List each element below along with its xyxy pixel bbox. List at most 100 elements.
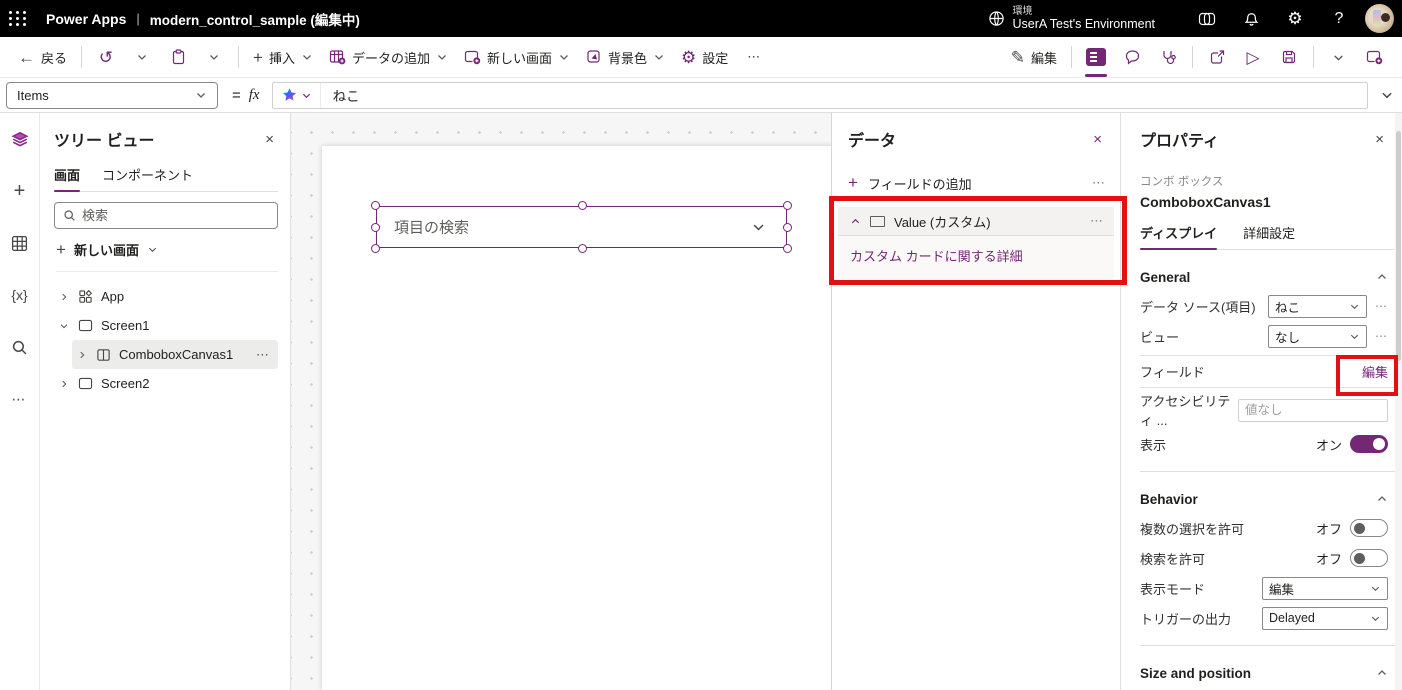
- insert-button[interactable]: + 挿入: [245, 41, 321, 73]
- data-rail-icon[interactable]: [6, 229, 34, 257]
- section-size-position[interactable]: Size and position: [1140, 659, 1388, 687]
- tree-item-app[interactable]: App: [54, 282, 278, 311]
- tree-search-box[interactable]: [54, 202, 278, 229]
- data-source-more-icon[interactable]: ⋯: [1375, 299, 1388, 313]
- save-menu-chevron[interactable]: [1320, 41, 1356, 73]
- formula-expand-chevron[interactable]: [1380, 88, 1394, 102]
- tree-item-more-icon[interactable]: ⋯: [256, 347, 270, 363]
- custom-card-details-link[interactable]: カスタム カードに関する詳細: [850, 249, 1023, 264]
- formula-copilot-button[interactable]: [273, 82, 321, 108]
- formula-bar: Items = fx ねこ: [0, 78, 1402, 113]
- waffle-menu-icon[interactable]: [0, 0, 36, 37]
- visible-toggle[interactable]: [1350, 435, 1388, 453]
- environment-label: 環境: [1012, 5, 1033, 17]
- background-color-button[interactable]: 背景色: [578, 41, 673, 73]
- property-selector[interactable]: Items: [6, 81, 218, 109]
- publish-button[interactable]: [1356, 41, 1392, 73]
- preview-play-button[interactable]: ▷: [1235, 41, 1271, 73]
- environment-picker[interactable]: 環境 UserA Test's Environment: [988, 5, 1156, 32]
- resize-handle[interactable]: [577, 201, 587, 210]
- multi-select-toggle[interactable]: [1350, 519, 1388, 537]
- resize-handle[interactable]: [783, 223, 792, 232]
- row-visible: 表示 オン: [1140, 429, 1388, 459]
- edit-button[interactable]: ✎ 編集: [1003, 41, 1065, 73]
- row-allow-search: 検索を許可 オフ: [1140, 543, 1388, 573]
- control-type-label: コンボ ボックス: [1140, 176, 1224, 188]
- tab-components[interactable]: コンポーネント: [102, 165, 193, 191]
- resize-handle[interactable]: [783, 201, 792, 210]
- settings-gear-icon[interactable]: ⚙: [1273, 0, 1317, 37]
- field-row-value[interactable]: Value (カスタム) ⋯: [838, 207, 1114, 236]
- allow-search-toggle[interactable]: [1350, 549, 1388, 567]
- help-icon[interactable]: ?: [1317, 0, 1361, 37]
- left-navigation-rail: + {x} ⋯: [0, 113, 40, 690]
- data-close-icon[interactable]: ×: [1089, 129, 1106, 150]
- paste-button[interactable]: [160, 41, 196, 73]
- file-name[interactable]: modern_control_sample (編集中): [150, 9, 360, 29]
- toggle-state-label: オン: [1315, 437, 1342, 453]
- save-button[interactable]: [1271, 41, 1307, 73]
- screen-add-icon: [464, 49, 481, 65]
- resize-handle[interactable]: [577, 244, 587, 253]
- data-overflow-icon[interactable]: ⋯: [1092, 175, 1106, 191]
- formula-input[interactable]: ねこ: [271, 81, 1368, 109]
- chevron-up-icon: [850, 216, 861, 227]
- user-avatar[interactable]: [1365, 4, 1394, 33]
- row-display-mode: 表示モード 編集: [1140, 573, 1388, 603]
- resize-handle[interactable]: [371, 223, 380, 232]
- section-general[interactable]: General: [1140, 263, 1388, 291]
- section-behavior[interactable]: Behavior: [1140, 485, 1388, 513]
- tree-item-comboboxcanvas1[interactable]: ComboboxCanvas1 ⋯: [72, 340, 278, 369]
- tab-advanced[interactable]: 詳細設定: [1243, 223, 1295, 249]
- app-title: Power Apps: [46, 10, 127, 27]
- resize-handle[interactable]: [371, 244, 380, 253]
- new-screen-button[interactable]: 新しい画面: [456, 41, 578, 73]
- resize-handle[interactable]: [371, 201, 380, 210]
- insert-rail-icon[interactable]: +: [6, 177, 34, 205]
- undo-button[interactable]: ↺: [88, 41, 124, 73]
- add-data-button[interactable]: データの追加: [321, 41, 456, 73]
- undo-icon: ↺: [98, 47, 114, 67]
- save-icon: [1281, 49, 1297, 65]
- properties-pane-toggle[interactable]: [1078, 41, 1114, 77]
- field-row-more-icon[interactable]: ⋯: [1090, 213, 1104, 229]
- resize-handle[interactable]: [783, 244, 792, 253]
- tree-item-screen2[interactable]: Screen2: [54, 369, 278, 398]
- copilot-icon[interactable]: [1185, 0, 1229, 37]
- variables-rail-icon[interactable]: {x}: [6, 281, 34, 309]
- tree-close-icon[interactable]: ×: [261, 129, 278, 150]
- display-mode-dropdown[interactable]: 編集: [1262, 576, 1388, 600]
- app-checker-button[interactable]: [1150, 41, 1186, 73]
- tree-view-icon[interactable]: [6, 125, 34, 153]
- tree-search-input[interactable]: [82, 208, 269, 223]
- rail-overflow-icon[interactable]: ⋯: [6, 385, 34, 413]
- command-overflow-button[interactable]: ⋯: [736, 41, 772, 73]
- add-field-button[interactable]: + フィールドの追加 ⋯: [848, 173, 1106, 193]
- accessibility-input[interactable]: [1238, 398, 1388, 422]
- new-screen-tree-button[interactable]: + 新しい画面: [56, 240, 278, 272]
- environment-name: UserA Test's Environment: [1012, 17, 1156, 32]
- formula-text[interactable]: ねこ: [321, 85, 360, 105]
- tab-display[interactable]: ディスプレイ: [1140, 223, 1218, 250]
- paste-menu-chevron[interactable]: [196, 41, 232, 73]
- comment-icon: [1124, 49, 1141, 65]
- panel-icon: [1086, 48, 1106, 66]
- data-panel: データ × + フィールドの追加 ⋯ Value (カスタム) ⋯ カスタム カ…: [831, 113, 1120, 690]
- view-dropdown[interactable]: なし: [1268, 324, 1367, 348]
- tree-item-screen1[interactable]: Screen1: [54, 311, 278, 340]
- properties-close-icon[interactable]: ×: [1371, 129, 1388, 150]
- back-button[interactable]: ← 戻る: [10, 41, 75, 73]
- share-button[interactable]: [1199, 41, 1235, 73]
- trigger-output-dropdown[interactable]: Delayed: [1262, 606, 1388, 630]
- undo-menu-chevron[interactable]: [124, 41, 160, 73]
- view-more-icon[interactable]: ⋯: [1375, 329, 1388, 343]
- notifications-bell-icon[interactable]: [1229, 0, 1273, 37]
- search-rail-icon[interactable]: [6, 333, 34, 361]
- tab-screens[interactable]: 画面: [54, 165, 81, 192]
- edit-fields-link[interactable]: 編集: [1362, 362, 1388, 381]
- properties-scrollbar[interactable]: [1395, 113, 1402, 690]
- data-source-dropdown[interactable]: ねこ: [1268, 294, 1367, 318]
- combobox-control[interactable]: 項目の検索: [371, 201, 792, 253]
- comments-button[interactable]: [1114, 41, 1150, 73]
- settings-button[interactable]: ⚙ 設定: [673, 41, 736, 73]
